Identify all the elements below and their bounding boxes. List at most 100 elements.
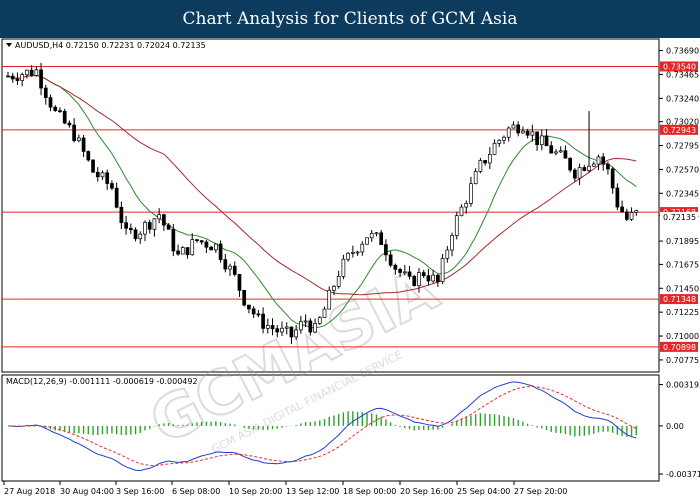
- time-tick-label: 10 Sep 20:00: [229, 487, 282, 496]
- time-tick-label: 18 Sep 00:00: [343, 487, 396, 496]
- candle-body: [294, 329, 299, 338]
- candle-body: [421, 272, 426, 277]
- candle-body: [265, 325, 270, 329]
- candle-body: [573, 169, 577, 179]
- candle-body: [530, 131, 535, 136]
- price-tick-label: 0.73020: [666, 118, 699, 127]
- price-tick-label: 0.73240: [666, 94, 699, 103]
- candle-body: [114, 187, 119, 208]
- candle-body: [29, 69, 34, 76]
- macd-tick-label: -0.003718: [666, 470, 700, 479]
- candle-body: [209, 246, 213, 251]
- candle-body: [459, 206, 464, 217]
- time-tick-label: 13 Sep 12:00: [286, 487, 339, 496]
- candle-body: [133, 229, 138, 240]
- candle-body: [365, 237, 369, 245]
- candle-body: [195, 239, 199, 241]
- candle-body: [492, 142, 497, 155]
- level-label: 0.71348: [663, 295, 696, 304]
- candle-body: [525, 130, 530, 136]
- candle-body: [25, 69, 29, 76]
- candle-body: [308, 320, 313, 333]
- candle-body: [147, 222, 152, 230]
- price-tick-label: 0.73690: [666, 47, 699, 56]
- candle-body: [43, 87, 48, 98]
- price-tick-label: 0.73465: [666, 70, 699, 79]
- candle-body: [615, 187, 620, 208]
- candle-body: [6, 75, 10, 78]
- candle-body: [393, 264, 398, 270]
- candle-body: [445, 249, 450, 259]
- candle-body: [360, 243, 365, 253]
- candle-body: [497, 139, 502, 144]
- candle-body: [48, 97, 53, 108]
- candle-body: [53, 106, 58, 111]
- candle-body: [62, 110, 67, 124]
- candle-body: [374, 232, 379, 235]
- candle-body: [379, 232, 384, 245]
- candle-body: [162, 214, 166, 226]
- candle-body: [77, 137, 81, 141]
- candle-body: [558, 150, 563, 153]
- candle-body: [228, 265, 232, 270]
- candle-body: [81, 137, 86, 152]
- candle-body: [176, 250, 180, 255]
- candle-body: [506, 127, 511, 138]
- price-tick-label: 0.71450: [666, 284, 699, 293]
- candle-body: [128, 227, 133, 231]
- time-tick-label: 6 Sep 08:00: [172, 487, 220, 496]
- candle-body: [86, 151, 91, 161]
- candle-body: [388, 254, 393, 266]
- candle-body: [20, 74, 25, 81]
- candle-body: [10, 75, 15, 80]
- chart-area: GCMASIA GCM ASIA DIGITAL FINANCIAL SERVI…: [0, 38, 700, 500]
- macd-tick-label: 0.003192: [666, 381, 700, 390]
- candle-body: [284, 326, 289, 329]
- candle-body: [72, 124, 76, 141]
- candle-body: [327, 289, 332, 310]
- price-tick-label: 0.72570: [666, 165, 699, 174]
- candle-body: [39, 69, 43, 89]
- price-tick-label: 0.71895: [666, 237, 699, 246]
- time-tick-label: 27 Sep 20:00: [514, 487, 567, 496]
- candle-body: [313, 323, 317, 333]
- candle-body: [398, 269, 402, 273]
- candle-body: [232, 265, 237, 275]
- candle-body: [214, 243, 218, 251]
- candle-body: [407, 271, 412, 277]
- candle-body: [634, 210, 639, 213]
- candle-body: [270, 325, 275, 330]
- candle-body: [95, 171, 100, 178]
- candle-body: [251, 308, 256, 315]
- candle-body: [180, 247, 185, 255]
- candle-body: [105, 172, 110, 184]
- chart-svg: GCMASIA GCM ASIA DIGITAL FINANCIAL SERVI…: [1, 38, 700, 496]
- candle-body: [242, 290, 247, 306]
- candle-body: [247, 304, 251, 310]
- candle-body: [119, 206, 124, 224]
- candle-body: [402, 271, 407, 274]
- candle-body: [563, 150, 568, 159]
- candle-body: [596, 156, 601, 165]
- candle-body: [346, 252, 350, 260]
- candle-body: [601, 156, 606, 165]
- time-tick-label: 27 Aug 2018: [4, 487, 55, 496]
- candle-body: [237, 274, 242, 291]
- price-tick-label: 0.72345: [666, 189, 699, 198]
- candle-body: [280, 327, 284, 333]
- candle-body: [464, 203, 469, 208]
- candle-body: [185, 247, 190, 256]
- candle-body: [289, 326, 294, 338]
- candle-body: [587, 165, 591, 171]
- candle-body: [124, 222, 128, 229]
- candle-body: [426, 275, 431, 282]
- candle-body: [431, 274, 435, 282]
- candle-body: [355, 251, 360, 254]
- candle-body: [502, 136, 506, 141]
- candle-body: [610, 168, 615, 189]
- candle-body: [171, 228, 176, 252]
- candle-body: [256, 313, 261, 316]
- candle-body: [454, 215, 459, 236]
- candle-body: [336, 275, 341, 287]
- candle-body: [303, 320, 308, 323]
